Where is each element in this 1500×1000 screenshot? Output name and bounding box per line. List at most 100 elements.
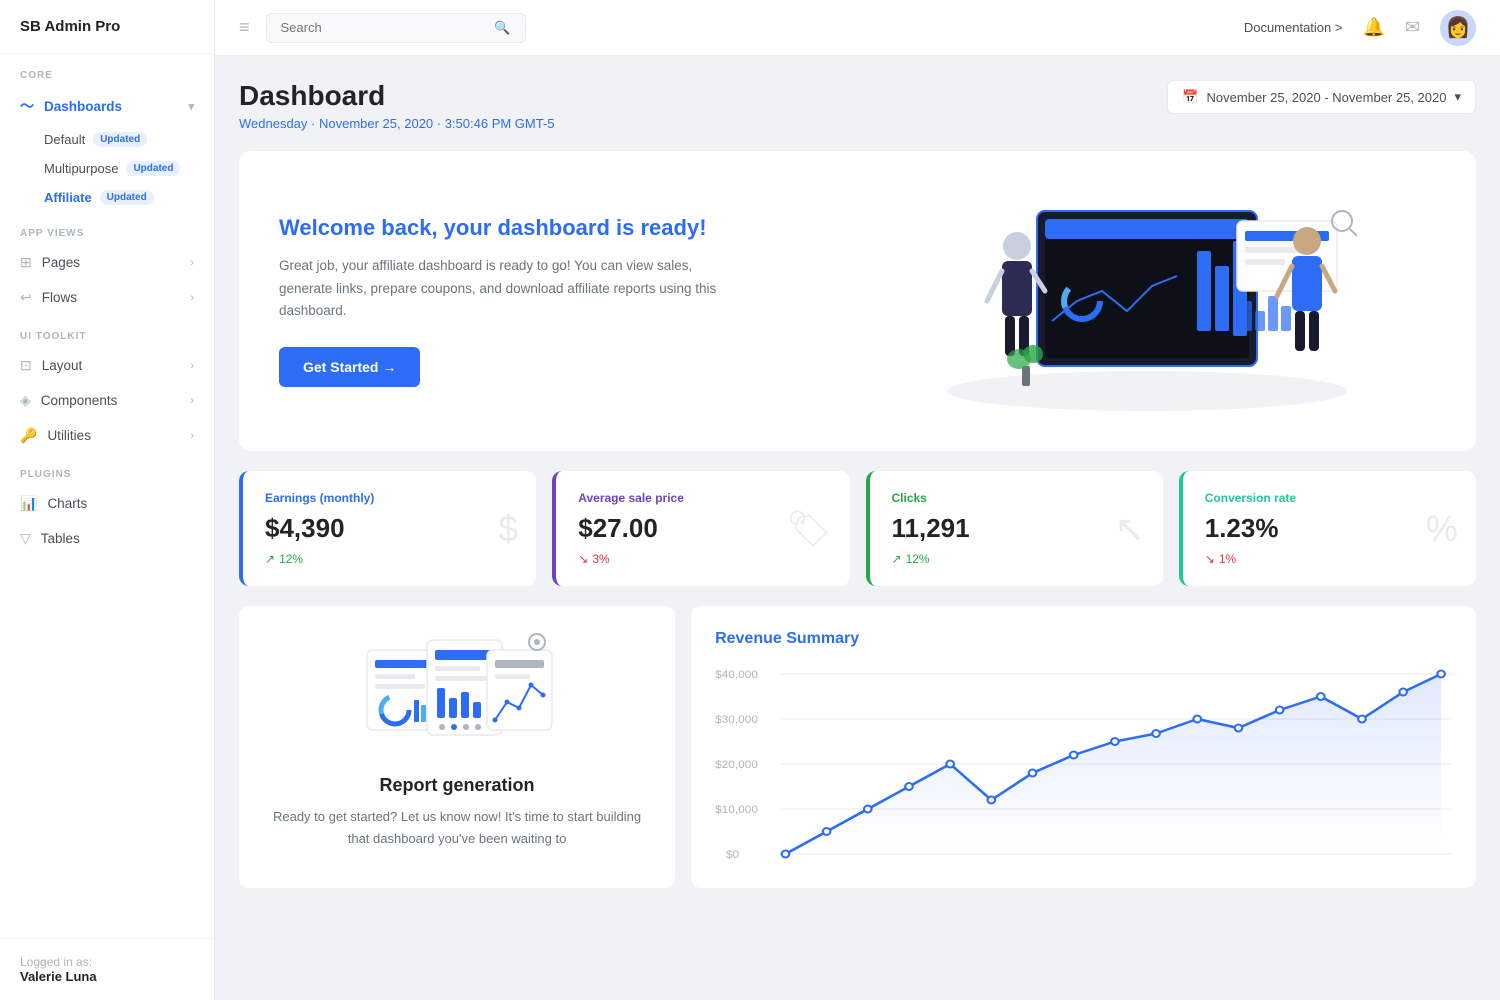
layout-icon: ⊡ xyxy=(20,357,32,374)
badge-updated-affiliate: Updated xyxy=(100,190,154,205)
badge-updated-default: Updated xyxy=(93,132,147,147)
user-name: Valerie Luna xyxy=(20,969,194,984)
sidebar-sub-multipurpose[interactable]: Multipurpose Updated xyxy=(0,154,214,183)
sidebar: SB Admin Pro CORE 〜 Dashboards ▾ Default… xyxy=(0,0,215,1000)
revenue-chart-area: $40,000 $30,000 $20,000 $10,000 $0 xyxy=(715,664,1452,864)
mail-icon[interactable]: ✉ xyxy=(1405,17,1420,38)
stat-label-clicks: Clicks xyxy=(892,491,1141,505)
sidebar-pages-label: Pages xyxy=(42,255,80,270)
page-header: Dashboard Wednesday · November 25, 2020 … xyxy=(239,80,1476,131)
utilities-icon: 🔑 xyxy=(20,427,37,444)
flows-icon: ↩ xyxy=(20,289,32,306)
stat-card-earnings: Earnings (monthly) $4,390 ↗ 12% $ xyxy=(239,471,536,586)
chevron-right-utilities-icon: › xyxy=(190,430,194,442)
search-input[interactable] xyxy=(281,20,487,35)
stat-change-value-avg-price: 3% xyxy=(592,552,609,566)
sidebar-charts-label: Charts xyxy=(47,496,87,511)
stat-change-value-conversion: 1% xyxy=(1219,552,1236,566)
sidebar-dashboards-label: Dashboards xyxy=(44,99,122,114)
chart-icon: 〜 xyxy=(20,96,34,116)
page-title: Dashboard xyxy=(239,80,555,112)
chevron-right-flows-icon: › xyxy=(190,292,194,304)
sidebar-item-flows[interactable]: ↩ Flows › xyxy=(0,280,214,315)
stats-grid: Earnings (monthly) $4,390 ↗ 12% $ Averag… xyxy=(239,471,1476,586)
stat-change-earnings: ↗ 12% xyxy=(265,552,514,566)
get-started-button[interactable]: Get Started → xyxy=(279,347,420,387)
svg-text:$10,000: $10,000 xyxy=(715,804,758,816)
sidebar-sub-affiliate[interactable]: Affiliate Updated xyxy=(0,183,214,212)
search-box[interactable]: 🔍 xyxy=(266,13,526,43)
bottom-row: Report generation Ready to get started? … xyxy=(239,606,1476,888)
stat-value-earnings: $4,390 xyxy=(265,513,514,544)
sub-label-affiliate: Affiliate xyxy=(44,190,92,205)
date-range-picker[interactable]: 📅 November 25, 2020 - November 25, 2020 … xyxy=(1167,80,1476,114)
sub-label-multipurpose: Multipurpose xyxy=(44,161,118,176)
menu-toggle-icon[interactable]: ≡ xyxy=(239,17,250,38)
topbar-right: Documentation > 🔔 ✉ 👩 xyxy=(1244,10,1476,46)
chevron-down-date-icon: ▾ xyxy=(1454,89,1461,105)
welcome-text-block: Welcome back, your dashboard is ready! G… xyxy=(279,215,858,388)
sidebar-sub-default[interactable]: Default Updated xyxy=(0,125,214,154)
logged-in-label: Logged in as: xyxy=(20,955,92,969)
stat-change-conversion: ↘ 1% xyxy=(1205,552,1454,566)
chevron-down-icon: ▾ xyxy=(188,100,194,113)
dashboard-illustration xyxy=(937,191,1357,411)
sidebar-item-pages[interactable]: ⊞ Pages › xyxy=(0,245,214,280)
stat-change-clicks: ↗ 12% xyxy=(892,552,1141,566)
sidebar-tables-label: Tables xyxy=(41,531,80,546)
svg-text:$20,000: $20,000 xyxy=(715,759,758,771)
sidebar-item-charts[interactable]: 📊 Charts xyxy=(0,486,214,521)
doc-link[interactable]: Documentation > xyxy=(1244,20,1343,35)
svg-text:$40,000: $40,000 xyxy=(715,669,758,681)
report-title: Report generation xyxy=(380,775,535,796)
report-illustration xyxy=(357,630,557,755)
sidebar-utilities-label: Utilities xyxy=(47,428,91,443)
chevron-right-layout-icon: › xyxy=(190,360,194,372)
stat-label-earnings: Earnings (monthly) xyxy=(265,491,514,505)
stat-change-value-earnings: 12% xyxy=(279,552,303,566)
section-label-appviews: APP VIEWS xyxy=(0,212,214,245)
stat-change-avg-price: ↘ 3% xyxy=(578,552,827,566)
report-generation-card: Report generation Ready to get started? … xyxy=(239,606,675,888)
stat-value-conversion: 1.23% xyxy=(1205,513,1454,544)
revenue-chart-svg: $40,000 $30,000 $20,000 $10,000 $0 xyxy=(715,664,1452,864)
arrow-up-clicks-icon: ↗ xyxy=(892,552,902,566)
topbar: ≡ 🔍 Documentation > 🔔 ✉ 👩 xyxy=(215,0,1500,56)
search-icon: 🔍 xyxy=(494,20,510,36)
charts-icon: 📊 xyxy=(20,495,37,512)
arrow-down-conversion-icon: ↘ xyxy=(1205,552,1215,566)
tables-icon: ▽ xyxy=(20,530,31,547)
brand-name: SB Admin Pro xyxy=(20,18,120,35)
stat-icon-clicks: ↖ xyxy=(1115,508,1145,550)
stat-card-avg-price: Average sale price $27.00 ↘ 3% 🏷 xyxy=(552,471,849,586)
sidebar-item-layout[interactable]: ⊡ Layout › xyxy=(0,348,214,383)
section-label-uitoolkit: UI TOOLKIT xyxy=(0,315,214,348)
components-icon: ◈ xyxy=(20,392,31,409)
stat-icon-avg-price: 🏷 xyxy=(786,508,832,550)
banner-illustration xyxy=(858,191,1437,411)
stat-label-conversion: Conversion rate xyxy=(1205,491,1454,505)
welcome-banner: Welcome back, your dashboard is ready! G… xyxy=(239,151,1476,451)
page-subtitle: Wednesday · November 25, 2020 · 3:50:46 … xyxy=(239,116,555,131)
stat-value-clicks: 11,291 xyxy=(892,513,1141,544)
page-title-block: Dashboard Wednesday · November 25, 2020 … xyxy=(239,80,555,131)
stat-icon-conversion: % xyxy=(1426,508,1458,550)
page-content: Dashboard Wednesday · November 25, 2020 … xyxy=(215,56,1500,1000)
revenue-title: Revenue Summary xyxy=(715,630,1452,648)
sidebar-footer: Logged in as: Valerie Luna xyxy=(0,938,214,1000)
report-svg xyxy=(357,630,557,750)
chevron-right-components-icon: › xyxy=(190,395,194,407)
svg-text:$30,000: $30,000 xyxy=(715,714,758,726)
calendar-icon: 📅 xyxy=(1182,89,1198,105)
sidebar-components-label: Components xyxy=(41,393,118,408)
notification-bell-icon[interactable]: 🔔 xyxy=(1362,17,1384,38)
pages-icon: ⊞ xyxy=(20,254,32,271)
report-body: Ready to get started? Let us know now! I… xyxy=(263,806,651,850)
sidebar-item-dashboards[interactable]: 〜 Dashboards ▾ xyxy=(0,87,214,125)
sidebar-item-utilities[interactable]: 🔑 Utilities › xyxy=(0,418,214,453)
sidebar-item-tables[interactable]: ▽ Tables xyxy=(0,521,214,556)
sidebar-item-components[interactable]: ◈ Components › xyxy=(0,383,214,418)
avatar[interactable]: 👩 xyxy=(1440,10,1476,46)
chevron-right-pages-icon: › xyxy=(190,257,194,269)
stat-icon-earnings: $ xyxy=(498,508,518,550)
